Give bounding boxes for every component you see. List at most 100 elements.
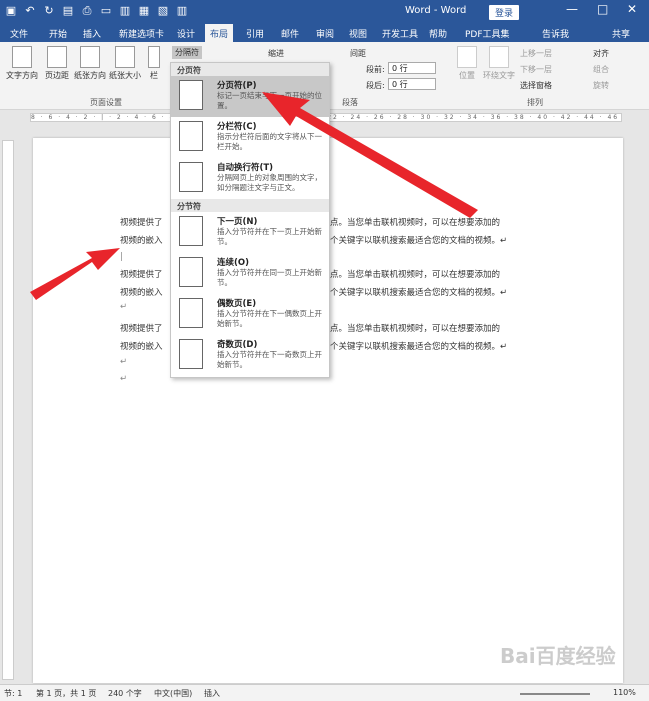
tab-references[interactable]: 引用 xyxy=(246,27,264,40)
columns-button[interactable]: 栏 xyxy=(146,46,162,81)
position-button[interactable]: 位置 xyxy=(455,46,479,81)
menu-desc: 标记一页结束与下一页开始的位置。 xyxy=(217,91,322,110)
tab-design[interactable]: 设计 xyxy=(177,27,195,40)
text-direction-label: 文字方向 xyxy=(6,71,38,80)
page-break-icon xyxy=(179,80,203,110)
minimize-icon[interactable]: — xyxy=(566,2,578,16)
menu-item-next-page[interactable]: 下一页(N) 插入分节符并在下一页上开始新节。 xyxy=(171,212,329,253)
menu-title: 分页符(P) xyxy=(217,81,257,91)
orientation-button[interactable]: 纸张方向 xyxy=(73,46,107,81)
before-spinner[interactable]: 0 行 xyxy=(388,62,436,74)
next-page-icon xyxy=(179,216,203,246)
tell-me[interactable]: 告诉我 xyxy=(542,27,569,40)
selection-pane[interactable]: 选择窗格 xyxy=(520,80,552,91)
tab-pdf[interactable]: PDF工具集 xyxy=(465,27,510,40)
maximize-icon[interactable]: □ xyxy=(597,2,608,16)
menu-item-continuous[interactable]: 连续(O) 插入分节符并在同一页上开始新节。 xyxy=(171,253,329,294)
undo-icon[interactable]: ↶ xyxy=(23,4,37,18)
doc-line-5a: 视频提供了 xyxy=(120,324,163,334)
preview-icon[interactable]: ▤ xyxy=(61,4,75,18)
send-backward[interactable]: 下移一层 xyxy=(520,64,552,75)
column-icon[interactable]: ▥ xyxy=(175,4,189,18)
vertical-ruler[interactable] xyxy=(2,140,14,680)
layout-icon[interactable]: ▧ xyxy=(156,4,170,18)
rotate-button[interactable]: 旋转 xyxy=(593,80,609,91)
ribbon-tabs: 文件 开始 插入 新建选项卡 设计 布局 引用 邮件 审阅 视图 开发工具 帮助… xyxy=(0,24,649,42)
margins-button[interactable]: 页边距 xyxy=(42,46,72,81)
wrap-button[interactable]: 环绕文字 xyxy=(481,46,517,81)
doc-line-1a: 视频提供了 xyxy=(120,218,163,228)
para-mark: ↵ xyxy=(120,357,128,367)
language[interactable]: 中文(中国) xyxy=(154,688,192,699)
doc-line-4a: 视频的嵌入 xyxy=(120,288,163,298)
redo-icon[interactable]: ↻ xyxy=(42,4,56,18)
share-button[interactable]: 共享 xyxy=(612,27,630,40)
menu-desc: 分隔网页上的对象周围的文字，如分隔题注文字与正文。 xyxy=(217,173,322,192)
word-count[interactable]: 240 个字 xyxy=(108,688,142,699)
para-mark: ↵ xyxy=(120,302,128,312)
size-label: 纸张大小 xyxy=(109,71,141,80)
tab-layout[interactable]: 布局 xyxy=(205,24,234,42)
tab-view[interactable]: 视图 xyxy=(349,27,367,40)
after-spinner[interactable]: 0 行 xyxy=(388,78,436,90)
section-indicator[interactable]: 节: 1 xyxy=(4,688,22,699)
table-icon[interactable]: ▦ xyxy=(137,4,151,18)
size-button[interactable]: 纸张大小 xyxy=(108,46,142,81)
even-page-icon xyxy=(179,298,203,328)
position-label: 位置 xyxy=(459,71,475,80)
insert-mode[interactable]: 插入 xyxy=(204,688,220,699)
odd-page-icon xyxy=(179,339,203,369)
tab-newtab[interactable]: 新建选项卡 xyxy=(119,27,164,40)
window-title: Word - Word xyxy=(405,5,467,16)
menu-title: 分栏符(C) xyxy=(217,122,257,132)
tab-help[interactable]: 帮助 xyxy=(429,27,447,40)
tab-file[interactable]: 文件 xyxy=(10,27,28,40)
columns-icon xyxy=(148,46,160,68)
menu-item-even-page[interactable]: 偶数页(E) 插入分节符并在下一偶数页上开始新节。 xyxy=(171,294,329,335)
tab-review[interactable]: 审阅 xyxy=(316,27,334,40)
zoom-slider[interactable] xyxy=(520,693,590,695)
open-icon[interactable]: ▭ xyxy=(99,4,113,18)
columns-label: 栏 xyxy=(150,71,158,80)
page-breaks-header: 分页符 xyxy=(171,63,329,76)
bring-forward[interactable]: 上移一层 xyxy=(520,48,552,59)
breaks-dropdown: 分页符 分页符(P) 标记一页结束与下一页开始的位置。 分栏符(C) 指示分栏符后面… xyxy=(170,62,330,378)
watermark-logo: Bai百度经验 xyxy=(500,644,616,668)
menu-item-column-break[interactable]: 分栏符(C) 指示分栏符后面的文字将从下一栏开始。 xyxy=(171,117,329,158)
doc-line-3b: 点。当您单击联机视频时，可以在想要添加的 xyxy=(330,270,501,280)
doc-line-5b: 点。当您单击联机视频时，可以在想要添加的 xyxy=(330,324,501,334)
wrap-label: 环绕文字 xyxy=(483,71,515,80)
menu-title: 自动换行符(T) xyxy=(217,163,274,173)
page-indicator[interactable]: 第 1 页，共 1 页 xyxy=(36,688,96,699)
zoom-level[interactable]: 110% xyxy=(613,688,636,697)
menu-item-text-wrap[interactable]: 自动换行符(T) 分隔网页上的对象周围的文字，如分隔题注文字与正文。 xyxy=(171,158,329,199)
section-breaks-header: 分节符 xyxy=(171,199,329,212)
text-direction-button[interactable]: 文字方向 xyxy=(4,46,40,81)
tab-home[interactable]: 开始 xyxy=(49,27,67,40)
doc-line-1b: 点。当您单击联机视频时，可以在想要添加的 xyxy=(330,218,501,228)
orientation-label: 纸张方向 xyxy=(74,71,106,80)
format-icon[interactable]: ▥ xyxy=(118,4,132,18)
tab-insert[interactable]: 插入 xyxy=(83,27,101,40)
tab-developer[interactable]: 开发工具 xyxy=(382,27,418,40)
wrap-icon xyxy=(489,46,509,68)
before-label: 段前: xyxy=(366,65,385,74)
doc-line-6b: 个关键字以联机搜索最适合您的文档的视频。↵ xyxy=(330,342,508,352)
group-arrange: 排列 xyxy=(527,98,543,107)
breaks-button[interactable]: 分隔符 xyxy=(172,46,202,59)
orientation-icon xyxy=(80,46,100,68)
save-icon[interactable]: ▣ xyxy=(4,4,18,18)
margins-label: 页边距 xyxy=(45,71,69,80)
tab-mailings[interactable]: 邮件 xyxy=(281,27,299,40)
login-button[interactable]: 登录 xyxy=(489,5,520,20)
menu-item-page-break[interactable]: 分页符(P) 标记一页结束与下一页开始的位置。 xyxy=(171,76,329,117)
align-button[interactable]: 对齐 xyxy=(593,48,609,59)
position-icon xyxy=(457,46,477,68)
print-icon[interactable]: ⎙ xyxy=(80,4,94,18)
status-bar: 节: 1 第 1 页，共 1 页 240 个字 中文(中国) 插入 110% xyxy=(0,684,649,701)
spacing-label: 间距 xyxy=(350,49,366,58)
group-button[interactable]: 组合 xyxy=(593,64,609,75)
close-icon[interactable]: ✕ xyxy=(627,2,637,16)
menu-title: 偶数页(E) xyxy=(217,299,257,309)
menu-item-odd-page[interactable]: 奇数页(D) 插入分节符并在下一奇数页上开始新节。 xyxy=(171,335,329,376)
